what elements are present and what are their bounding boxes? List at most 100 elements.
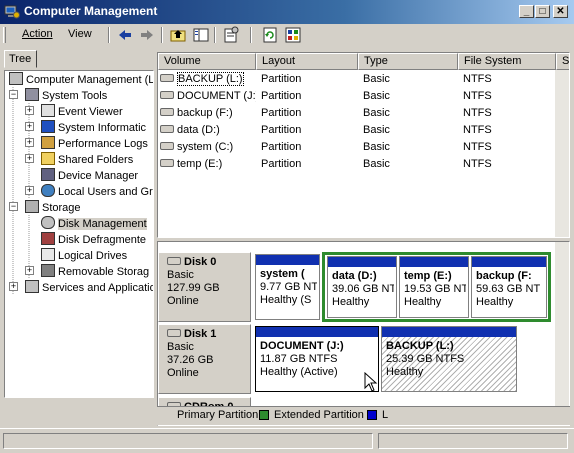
partition-details: system ( 9.77 GB NT Healthy (S — [260, 268, 317, 307]
list-scrollbar[interactable] — [555, 70, 569, 237]
disk-type: Basic — [167, 269, 194, 281]
tree-node-removable-storage[interactable]: Removable Storag — [41, 264, 149, 280]
tree-node-disk-management[interactable]: Disk Management — [41, 216, 147, 232]
computer-icon — [9, 72, 23, 85]
disk-size: 127.99 GB — [167, 282, 220, 294]
table-row[interactable]: temp (E:) — [160, 156, 256, 172]
partition-name: system ( — [260, 268, 305, 280]
column-header-volume[interactable]: Volume — [158, 53, 256, 70]
expand-services-toggle[interactable]: + — [9, 282, 18, 291]
partition-data-d[interactable]: data (D:) 39.06 GB NT Healthy — [327, 256, 397, 318]
tab-tree[interactable]: Tree — [4, 50, 37, 68]
device-manager-icon — [41, 168, 55, 181]
maximize-button[interactable]: □ — [535, 5, 550, 18]
partition-size: 19.53 GB NT — [404, 283, 466, 295]
fs-cell: NTFS — [463, 158, 492, 170]
toolbar-grip[interactable] — [3, 27, 6, 43]
close-button[interactable]: ✕ — [553, 5, 568, 18]
tree-node-system-tools[interactable]: System Tools — [25, 88, 107, 104]
back-arrow-icon[interactable] — [116, 26, 134, 44]
partition-system-c[interactable]: system ( 9.77 GB NT Healthy (S — [255, 254, 320, 320]
legend-extended-label: Extended Partition — [274, 409, 364, 421]
table-row[interactable]: DOCUMENT (J:) — [160, 88, 256, 104]
partition-details: BACKUP (L:) 25.39 GB NTFS Healthy — [386, 340, 514, 379]
tree-node-shared-folders[interactable]: Shared Folders — [41, 152, 133, 168]
expand-local-users-toggle[interactable]: + — [25, 186, 34, 195]
tree-node-device-manager[interactable]: Device Manager — [41, 168, 138, 184]
tree-node-label: Local Users and Gr — [58, 186, 153, 198]
tree-node-system-information[interactable]: System Informatic — [41, 120, 146, 136]
up-folder-icon[interactable] — [169, 26, 187, 44]
disk-graphical-view[interactable]: Disk 0 Basic 127.99 GB Online system ( 9… — [157, 241, 570, 426]
partition-document-j[interactable]: DOCUMENT (J:) 11.87 GB NTFS Healthy (Act… — [255, 326, 379, 392]
expand-performance-logs-toggle[interactable]: + — [25, 138, 34, 147]
menu-view-label: View — [68, 28, 92, 40]
tree-node-local-users[interactable]: Local Users and Gr — [41, 184, 153, 200]
disk-0-info[interactable]: Disk 0 Basic 127.99 GB Online — [158, 252, 251, 322]
show-hide-tree-icon[interactable] — [192, 26, 210, 44]
column-header-type[interactable]: Type — [358, 53, 458, 70]
primary-partition-bar — [400, 257, 468, 267]
graph-scrollbar[interactable] — [555, 242, 569, 425]
logical-drives-icon — [41, 248, 55, 261]
minimize-button[interactable]: _ — [519, 5, 534, 18]
toolbar-separator — [161, 27, 163, 43]
event-viewer-icon — [41, 104, 55, 117]
layout-cell: Partition — [261, 124, 302, 136]
volume-name: data (D:) — [177, 124, 220, 136]
menu-view[interactable]: View — [68, 28, 92, 40]
tree-node-label: System Informatic — [58, 122, 147, 134]
expand-removable-storage-toggle[interactable]: + — [25, 266, 34, 275]
table-row[interactable]: BACKUP (L:) — [160, 71, 256, 87]
help-icon[interactable] — [284, 26, 302, 44]
drive-icon — [160, 159, 174, 167]
tree-node-services-applications[interactable]: Services and Applicatio — [25, 280, 153, 296]
partition-backup-l[interactable]: BACKUP (L:) 25.39 GB NTFS Healthy — [381, 326, 517, 392]
drive-icon — [160, 74, 174, 82]
toolbar-separator — [108, 27, 110, 43]
drive-icon — [160, 142, 174, 150]
defrag-icon — [41, 232, 55, 245]
tree-node-label: Disk Management — [58, 218, 147, 230]
layout-cell: Partition — [261, 90, 302, 102]
primary-partition-bar — [328, 257, 396, 267]
expand-system-info-toggle[interactable]: + — [25, 122, 34, 131]
partition-backup-f[interactable]: backup (F: 59.63 GB NT Healthy — [471, 256, 547, 318]
tree-node-label: Device Manager — [58, 170, 139, 182]
expand-event-viewer-toggle[interactable]: + — [25, 106, 34, 115]
expand-shared-folders-toggle[interactable]: + — [25, 154, 34, 163]
properties-icon[interactable] — [222, 26, 240, 44]
tools-icon — [25, 88, 39, 101]
layout-cell: Partition — [261, 73, 302, 85]
collapse-system-tools-toggle[interactable]: − — [9, 90, 18, 99]
table-row[interactable]: system (C:) — [160, 139, 256, 155]
tree-node-event-viewer[interactable]: Event Viewer — [41, 104, 123, 120]
column-header-status[interactable]: S — [556, 53, 569, 70]
partition-temp-e[interactable]: temp (E:) 19.53 GB NT Healthy — [399, 256, 469, 318]
tree-node-label: System Tools — [42, 90, 108, 102]
tree-node-disk-defragmenter[interactable]: Disk Defragmente — [41, 232, 146, 248]
tree-node-storage[interactable]: Storage — [25, 200, 81, 216]
volume-name: BACKUP (L:) — [177, 72, 244, 86]
tree-pane[interactable]: − + + + + + − + + Computer Management (L… — [4, 70, 154, 398]
table-row[interactable]: backup (F:) — [160, 105, 256, 121]
column-header-file-system[interactable]: File System — [458, 53, 556, 70]
tree-node-performance-logs[interactable]: Performance Logs — [41, 136, 148, 152]
status-bar — [0, 428, 574, 453]
tree-node-label: Logical Drives — [58, 250, 128, 262]
partition-status: Healthy (S — [260, 294, 312, 306]
collapse-storage-toggle[interactable]: − — [9, 202, 18, 211]
menu-action[interactable]: Action — [22, 28, 53, 40]
table-row[interactable]: data (D:) — [160, 122, 256, 138]
disk-1-info[interactable]: Disk 1 Basic 37.26 GB Online — [158, 324, 251, 394]
column-header-layout[interactable]: Layout — [256, 53, 358, 70]
partition-details: backup (F: 59.63 GB NT Healthy — [476, 270, 544, 309]
tree-node-logical-drives[interactable]: Logical Drives — [41, 248, 127, 264]
tree-node-computer-management[interactable]: Computer Management (L — [9, 72, 153, 88]
fs-cell: NTFS — [463, 107, 492, 119]
title-bar[interactable]: Computer Management _ □ ✕ — [0, 0, 574, 24]
volume-name: backup (F:) — [177, 107, 233, 119]
forward-arrow-icon[interactable] — [138, 26, 156, 44]
volume-list[interactable]: Volume Layout Type File System S BACKUP … — [157, 52, 570, 238]
refresh-icon[interactable] — [261, 26, 279, 44]
